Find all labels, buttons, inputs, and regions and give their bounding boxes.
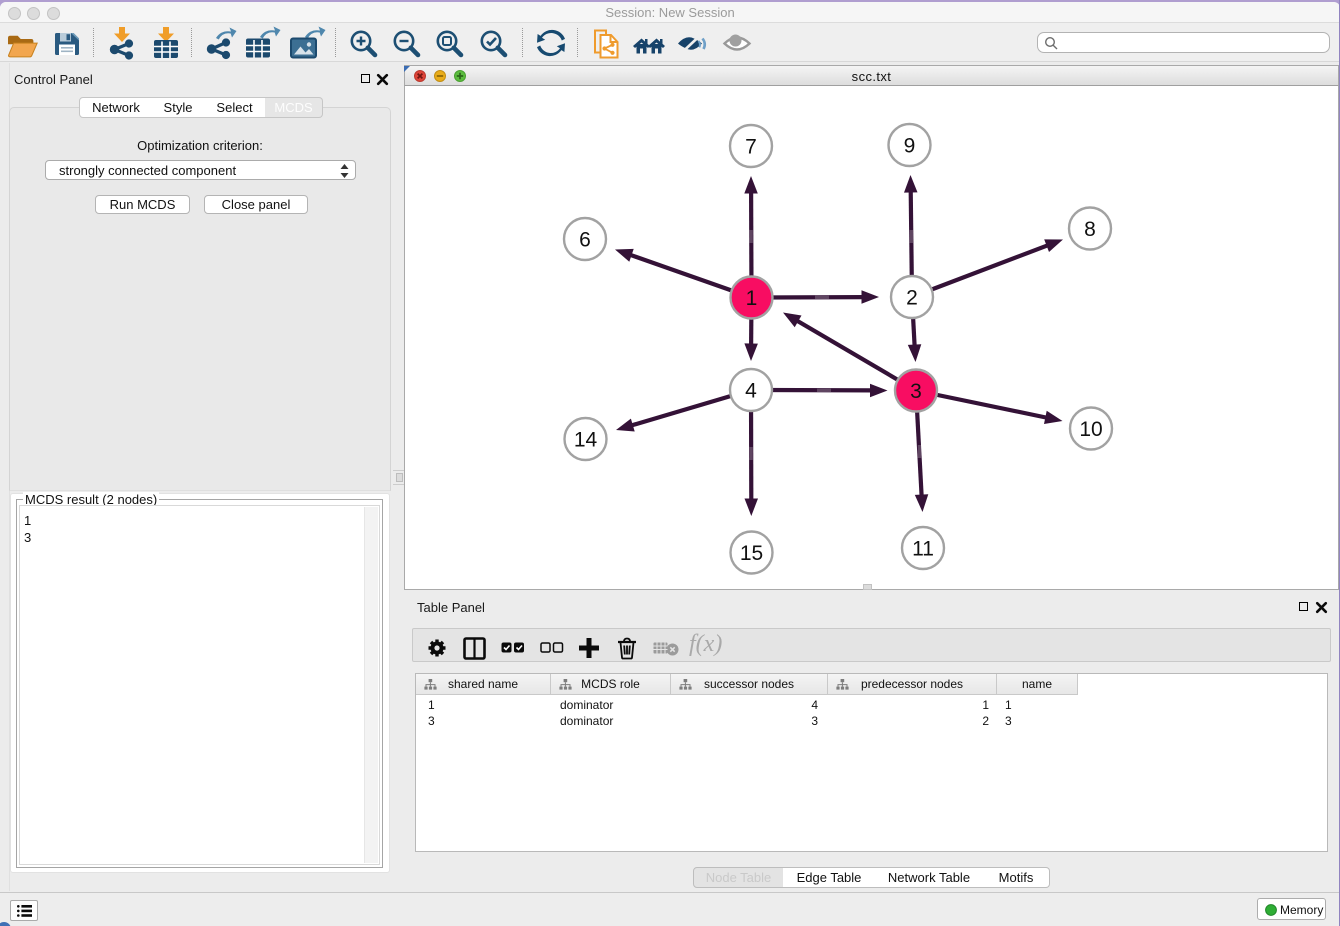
svg-text:15: 15 <box>740 542 763 565</box>
svg-text:3: 3 <box>910 380 922 403</box>
svg-text:14: 14 <box>574 429 598 452</box>
svg-text:4: 4 <box>745 380 757 403</box>
svg-text:8: 8 <box>1084 218 1096 241</box>
svg-text:6: 6 <box>579 229 591 252</box>
svg-text:1: 1 <box>746 287 758 310</box>
svg-text:11: 11 <box>912 538 934 561</box>
svg-text:10: 10 <box>1079 418 1102 441</box>
svg-text:7: 7 <box>745 136 757 159</box>
svg-text:2: 2 <box>906 287 918 310</box>
svg-text:9: 9 <box>904 135 916 158</box>
